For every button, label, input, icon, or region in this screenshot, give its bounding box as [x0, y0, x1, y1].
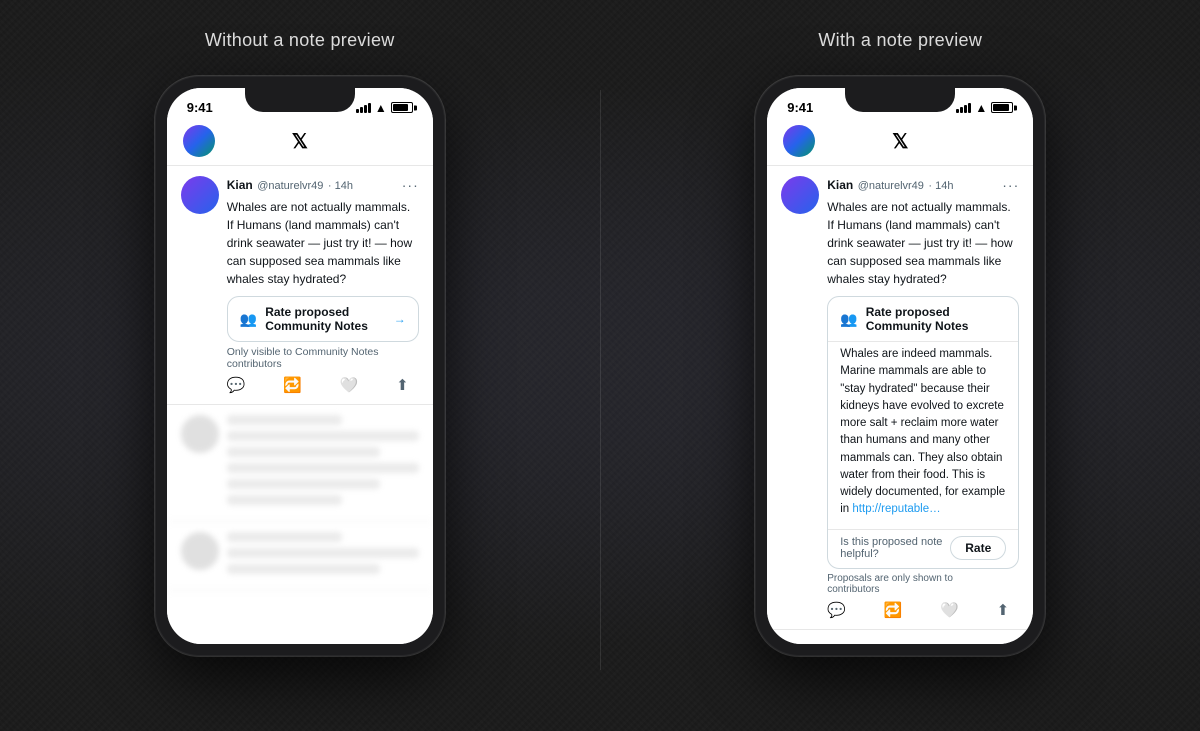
- retweet-icon-left[interactable]: 🔁: [283, 376, 302, 394]
- retweet-icon-right[interactable]: 🔁: [884, 601, 903, 619]
- battery-icon-left: [391, 102, 413, 113]
- status-icons-left: ▲: [356, 101, 413, 115]
- tweet-avatar-right: [781, 176, 819, 214]
- phone-without-preview: 9:41 ▲: [155, 76, 445, 656]
- panel-divider: [600, 90, 601, 670]
- cn-arrow-left: →: [394, 312, 406, 326]
- tweet-author-info-left: Kian @naturelvr49 · 14h: [227, 176, 353, 194]
- nav-avatar-right[interactable]: [783, 125, 815, 157]
- feed-left: Kian @naturelvr49 · 14h ··· Whales are n…: [167, 166, 433, 644]
- community-notes-expanded: 👥 Rate proposed Community Notes Whales a…: [827, 296, 1019, 569]
- tweet-actions-left: 💬 🔁 🤍 ⬆: [181, 376, 419, 394]
- tweet-meta-left: Kian @naturelvr49 · 14h ··· Whales are n…: [227, 176, 419, 288]
- signal-icon-right: [956, 103, 971, 113]
- page-container: Without a note preview 9:41 ▲: [0, 0, 1200, 731]
- cn-body-text: Whales are indeed mammals. Marine mammal…: [840, 348, 1005, 515]
- nav-bar-right: 𝕏: [767, 119, 1033, 166]
- tweet-time-right: 14h: [935, 180, 953, 192]
- cn-header-right: 👥 Rate proposed Community Notes: [828, 297, 1018, 341]
- phone-notch-right: [845, 88, 955, 112]
- tweet-author-name-right: Kian: [827, 178, 853, 192]
- tweet-text-left: Whales are not actually mammals. If Huma…: [227, 198, 419, 288]
- tweet-author-name-left: Kian: [227, 178, 253, 192]
- community-notes-pill-left[interactable]: 👥 Rate proposed Community Notes →: [227, 296, 419, 342]
- phone-screen-right: 9:41 ▲: [767, 88, 1033, 644]
- blurred-tweet-1-left: [167, 405, 433, 522]
- tweet-author-line-right: Kian @naturelvr49 · 14h ···: [827, 176, 1019, 194]
- cn-label-right: Rate proposed Community Notes: [866, 305, 1007, 333]
- cn-icon-left: 👥: [240, 311, 257, 328]
- panel-title-with: With a note preview: [818, 30, 982, 51]
- phone-with-preview: 9:41 ▲: [755, 76, 1045, 656]
- like-icon-right[interactable]: 🤍: [940, 601, 959, 619]
- cn-body-link[interactable]: http://reputable…: [852, 503, 940, 515]
- status-icons-right: ▲: [956, 101, 1013, 115]
- panel-title-without: Without a note preview: [205, 30, 395, 51]
- blurred-tweet-2-left: [167, 522, 433, 591]
- cn-subtitle-left: Only visible to Community Notes contribu…: [227, 346, 405, 370]
- x-logo-left: 𝕏: [292, 129, 308, 154]
- like-icon-left[interactable]: 🤍: [340, 376, 359, 394]
- rate-button[interactable]: Rate: [950, 536, 1006, 560]
- tweet-meta-right: Kian @naturelvr49 · 14h ··· Whales are n…: [827, 176, 1019, 288]
- tweet-author-line-left: Kian @naturelvr49 · 14h ···: [227, 176, 419, 194]
- tweet-handle-left: @naturelvr49: [257, 180, 323, 192]
- cn-label-left: Rate proposed Community Notes: [265, 305, 386, 333]
- cn-icon-right: 👥: [840, 311, 857, 328]
- nav-bar-left: 𝕏: [167, 119, 433, 166]
- reply-icon-left[interactable]: 💬: [227, 376, 246, 394]
- phone-screen-left: 9:41 ▲: [167, 88, 433, 644]
- tweet-left: Kian @naturelvr49 · 14h ··· Whales are n…: [167, 166, 433, 405]
- tweet-time-left: 14h: [335, 180, 353, 192]
- feed-right: Kian @naturelvr49 · 14h ··· Whales are n…: [767, 166, 1033, 644]
- panel-without-preview: Without a note preview 9:41 ▲: [60, 30, 540, 656]
- signal-icon-left: [356, 103, 371, 113]
- tweet-avatar-left: [181, 176, 219, 214]
- wifi-icon-right: ▲: [975, 101, 987, 115]
- status-time-right: 9:41: [787, 100, 813, 115]
- phone-notch-left: [245, 88, 355, 112]
- share-icon-left[interactable]: ⬆: [396, 376, 409, 394]
- tweet-header-left: Kian @naturelvr49 · 14h ··· Whales are n…: [181, 176, 419, 288]
- reply-icon-right[interactable]: 💬: [827, 601, 846, 619]
- panel-with-preview: With a note preview 9:41 ▲: [661, 30, 1141, 656]
- cn-proposals-text: Proposals are only shown to contributors: [827, 573, 1005, 595]
- cn-body-right: Whales are indeed mammals. Marine mammal…: [828, 341, 1018, 529]
- tweet-timestamp-left: ·: [328, 180, 335, 192]
- tweet-more-left[interactable]: ···: [402, 177, 419, 193]
- tweet-actions-right: 💬 🔁 🤍 ⬆: [781, 601, 1019, 619]
- cn-helpful-question: Is this proposed note helpful?: [840, 536, 950, 560]
- tweet-author-info-right: Kian @naturelvr49 · 14h: [827, 176, 953, 194]
- wifi-icon-left: ▲: [375, 101, 387, 115]
- tweet-more-right[interactable]: ···: [1002, 177, 1019, 193]
- tweet-text-right: Whales are not actually mammals. If Huma…: [827, 198, 1019, 288]
- nav-avatar-left[interactable]: [183, 125, 215, 157]
- cn-footer-right: Is this proposed note helpful? Rate: [828, 529, 1018, 568]
- share-icon-right[interactable]: ⬆: [997, 601, 1010, 619]
- battery-icon-right: [991, 102, 1013, 113]
- tweet-right: Kian @naturelvr49 · 14h ··· Whales are n…: [767, 166, 1033, 630]
- tweet-handle-right: @naturelvr49: [858, 180, 924, 192]
- status-time-left: 9:41: [187, 100, 213, 115]
- x-logo-right: 𝕏: [892, 129, 908, 154]
- tweet-header-right: Kian @naturelvr49 · 14h ··· Whales are n…: [781, 176, 1019, 288]
